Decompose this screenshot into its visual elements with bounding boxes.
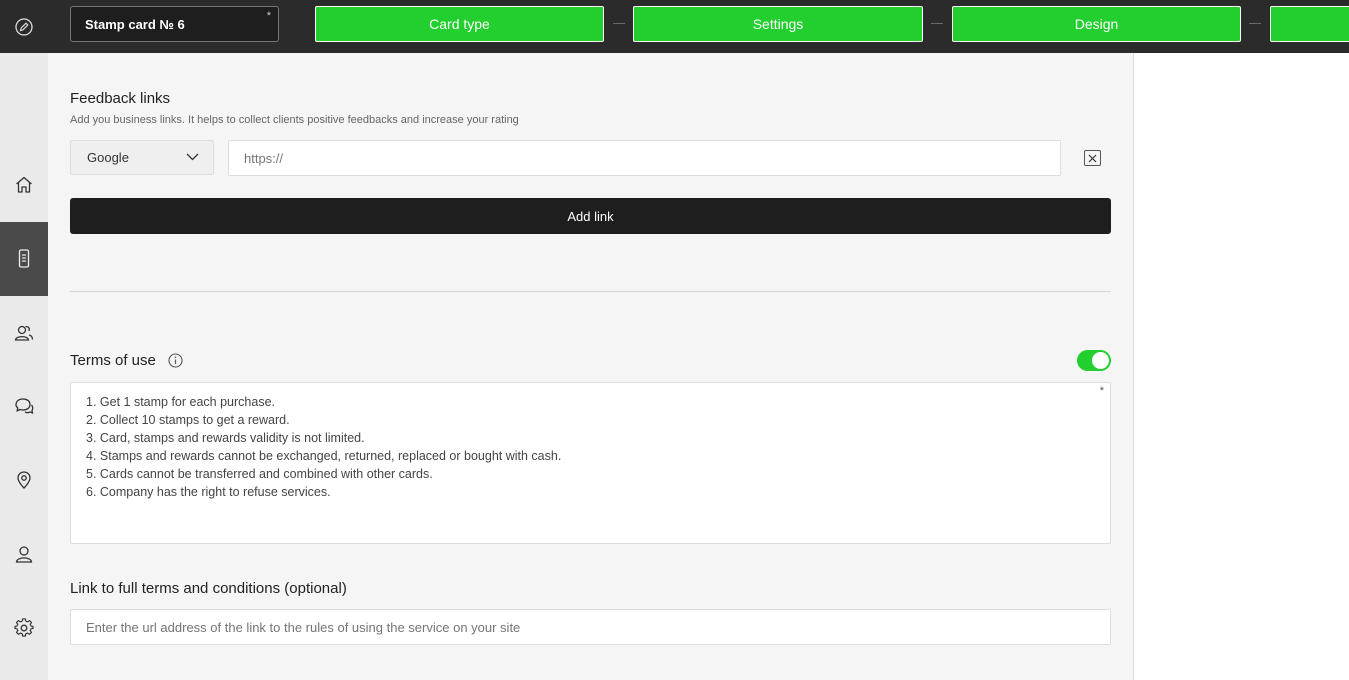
remove-link-button[interactable] (1084, 150, 1101, 166)
main-content: Feedback links Add you business links. I… (48, 53, 1133, 680)
divider (70, 291, 1111, 292)
terms-line: 1. Get 1 stamp for each purchase. (86, 395, 275, 409)
feedback-title: Feedback links (70, 90, 171, 107)
gear-icon (14, 618, 34, 637)
step-label: Design (1074, 16, 1119, 32)
clients-icon (14, 325, 34, 341)
step-next[interactable] (1270, 6, 1349, 42)
terms-line: 2. Collect 10 stamps to get a reward. (86, 413, 290, 427)
card-name-field[interactable]: Stamp card № 6 * (70, 6, 279, 42)
edit-button[interactable] (8, 11, 39, 42)
preview-panel (1133, 53, 1349, 680)
toggle-knob (1092, 352, 1109, 369)
pencil-icon (14, 17, 33, 36)
required-mark: * (266, 10, 271, 22)
card-name-value: Stamp card № 6 (85, 17, 185, 32)
chevron-down-icon (186, 153, 199, 161)
terms-line: 4. Stamps and rewards cannot be exchange… (86, 449, 562, 463)
terms-line: 3. Card, stamps and rewards validity is … (86, 431, 365, 445)
feedback-source-select[interactable]: Google (70, 140, 214, 175)
top-bar: Stamp card № 6 * Card type Settings Desi… (0, 0, 1349, 53)
step-label: Card type (429, 16, 490, 32)
terms-title: Terms of use (70, 352, 156, 369)
select-value: Google (87, 150, 129, 165)
card-icon (18, 249, 30, 268)
full-terms-title: Link to full terms and conditions (optio… (70, 580, 347, 597)
add-link-button[interactable]: Add link (70, 198, 1111, 234)
sidebar-item-home[interactable] (0, 148, 48, 222)
home-icon (16, 176, 32, 193)
info-icon[interactable] (168, 353, 183, 368)
sidebar (0, 53, 48, 680)
location-icon (17, 471, 31, 489)
chat-icon (15, 398, 34, 415)
terms-textarea[interactable]: * 1. Get 1 stamp for each purchase. 2. C… (70, 382, 1111, 544)
step-design[interactable]: Design (952, 6, 1241, 42)
sidebar-item-settings[interactable] (0, 591, 48, 665)
terms-toggle[interactable] (1077, 350, 1111, 371)
sidebar-item-profile[interactable] (0, 517, 48, 591)
step-separator (1249, 23, 1261, 24)
required-mark: * (1099, 385, 1104, 397)
terms-line: 6. Company has the right to refuse servi… (86, 485, 331, 499)
step-separator (931, 23, 943, 24)
feedback-subtitle: Add you business links. It helps to coll… (70, 114, 519, 126)
step-card-type[interactable]: Card type (315, 6, 604, 42)
close-icon (1088, 154, 1097, 162)
step-label: Settings (752, 16, 804, 32)
feedback-url-input[interactable] (228, 140, 1061, 176)
step-separator (613, 23, 625, 24)
sidebar-item-clients[interactable] (0, 296, 48, 370)
user-icon (15, 546, 33, 563)
step-settings[interactable]: Settings (633, 6, 923, 42)
full-terms-url-input[interactable] (70, 609, 1111, 645)
sidebar-item-messages[interactable] (0, 369, 48, 443)
sidebar-item-cards[interactable] (0, 222, 48, 296)
sidebar-item-locations[interactable] (0, 443, 48, 517)
terms-line: 5. Cards cannot be transferred and combi… (86, 467, 433, 481)
